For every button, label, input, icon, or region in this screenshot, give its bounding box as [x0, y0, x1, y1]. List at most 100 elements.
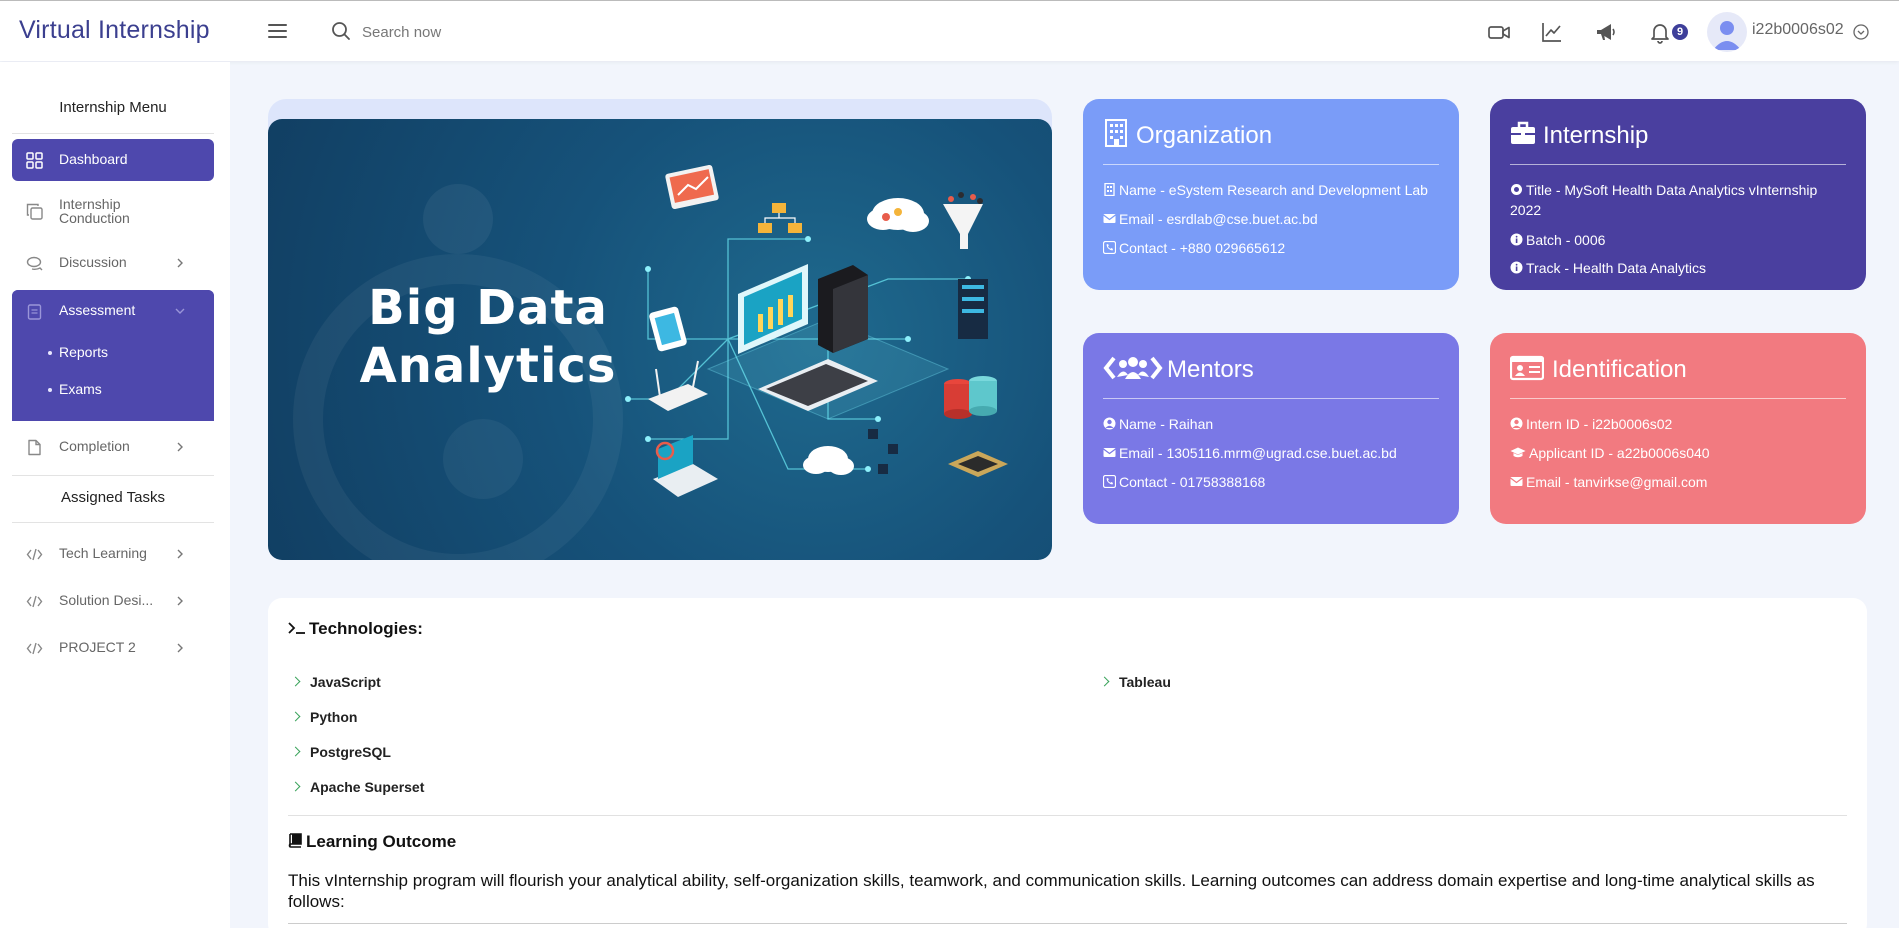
card-divider: [1103, 398, 1439, 399]
sidebar-item-label: Assessment: [59, 302, 136, 318]
internship-title-text: Title - MySoft Health Data Analytics vIn…: [1510, 182, 1818, 218]
phone-icon: [1102, 240, 1117, 255]
intern-id-text: Intern ID - i22b0006s02: [1526, 416, 1673, 432]
course-banner: Big Data Analytics: [268, 119, 1052, 560]
outcome-table-border: [288, 923, 1847, 924]
code-icon: [26, 548, 43, 561]
users-icon: [1103, 356, 1163, 380]
chevron-right-icon: [177, 596, 183, 606]
applicant-id-text: Applicant ID - a22b0006s040: [1529, 445, 1710, 461]
internship-track: Track - Health Data Analytics: [1510, 258, 1850, 278]
learning-outcome-heading: Learning Outcome: [288, 832, 456, 852]
intern-id: Intern ID - i22b0006s02: [1510, 414, 1850, 434]
banner-title: Big Data Analytics: [338, 279, 638, 395]
submenu-item-exams[interactable]: Exams: [48, 381, 102, 397]
applicant-id: Applicant ID - a22b0006s040: [1510, 443, 1850, 463]
identification-email: Email - tanvirkse@gmail.com: [1510, 472, 1850, 492]
megaphone-icon[interactable]: [1594, 20, 1618, 44]
card-title: Internship: [1543, 122, 1649, 149]
identification-email-text[interactable]: Email - tanvirkse@gmail.com: [1526, 474, 1707, 490]
mentor-contact: Contact - 01758388168: [1102, 472, 1443, 492]
organization-card: Organization Name - eSystem Research and…: [1083, 99, 1459, 290]
org-contact: Contact - +880 029665612: [1102, 238, 1443, 258]
search-icon[interactable]: [331, 21, 351, 41]
code-icon: [26, 595, 43, 608]
sidebar-item-label: Internship Conduction: [59, 196, 130, 226]
trend-chart-icon[interactable]: [1540, 20, 1564, 44]
sidebar-item-label: Discussion: [59, 254, 127, 270]
sidebar-item-discussion[interactable]: Discussion: [12, 242, 214, 284]
sidebar-item-label: PROJECT 2: [59, 639, 136, 655]
card-divider: [1510, 398, 1846, 399]
tasks-heading: Assigned Tasks: [61, 489, 165, 506]
user-circle-icon: [1510, 417, 1523, 430]
user-circle-icon: [1103, 417, 1116, 430]
sidebar-item-tech-learning[interactable]: Tech Learning: [12, 533, 214, 575]
sidebar-item-project-2[interactable]: PROJECT 2: [12, 627, 214, 669]
sidebar-item-label: Completion: [59, 438, 130, 454]
mentors-card: Mentors Name - Raihan Email - 1305116.mr…: [1083, 333, 1459, 524]
bell-icon[interactable]: [1648, 20, 1672, 44]
chevron-down-icon[interactable]: [1853, 24, 1869, 40]
tech-item: JavaScript: [310, 674, 381, 690]
sidebar-item-label: Dashboard: [59, 151, 128, 167]
chevron-right-icon: [177, 442, 183, 452]
learning-outcome-heading-text: Learning Outcome: [306, 832, 457, 851]
file-icon: [28, 439, 41, 456]
sidebar-item-label: Solution Desi...: [59, 592, 154, 608]
chevron-right-icon: [177, 643, 183, 653]
assessment-submenu: Assessment Reports Exams: [12, 290, 214, 421]
card-title: Mentors: [1167, 356, 1254, 383]
envelope-icon: [1103, 214, 1116, 223]
learning-outcome-text: This vInternship program will flourish y…: [288, 871, 1815, 911]
card-divider: [1510, 164, 1846, 165]
graduation-cap-icon: [1510, 447, 1526, 458]
sidebar-item-solution-design[interactable]: Solution Desi...: [12, 580, 214, 622]
mentor-email-text[interactable]: Email - 1305116.mrm@ugrad.cse.buet.ac.bd: [1119, 445, 1397, 461]
sidebar-item-assessment[interactable]: Assessment: [12, 290, 214, 332]
menu-toggle-icon[interactable]: [268, 24, 287, 39]
chevron-right-icon: [177, 549, 183, 559]
search-input[interactable]: [362, 20, 612, 44]
org-name: Name - eSystem Research and Development …: [1103, 180, 1443, 200]
menu-divider: [12, 522, 214, 523]
tech-item: Python: [310, 709, 358, 725]
internship-batch-text: Batch - 0006: [1526, 232, 1606, 248]
card-title: Organization: [1136, 122, 1273, 149]
tech-item: Tableau: [1119, 674, 1171, 690]
sidebar-item-dashboard[interactable]: Dashboard: [12, 139, 214, 181]
technologies-heading-text: Technologies:: [309, 619, 423, 638]
org-name-text: Name - eSystem Research and Development …: [1119, 182, 1428, 198]
info-icon: [1510, 261, 1523, 274]
mentor-email: Email - 1305116.mrm@ugrad.cse.buet.ac.bd: [1103, 443, 1443, 463]
org-email: Email - esrdlab@cse.buet.ac.bd: [1103, 209, 1443, 229]
video-icon[interactable]: [1487, 20, 1511, 44]
avatar[interactable]: [1707, 12, 1747, 52]
menu-divider: [12, 133, 214, 134]
book-icon: [288, 833, 302, 848]
notification-badge[interactable]: 9: [1672, 24, 1688, 40]
org-email-text[interactable]: Email - esrdlab@cse.buet.ac.bd: [1119, 211, 1318, 227]
internship-title: Title - MySoft Health Data Analytics vIn…: [1510, 180, 1850, 220]
grid-icon: [26, 152, 43, 169]
tech-item: Apache Superset: [310, 779, 425, 795]
menu-heading: Internship Menu: [59, 99, 167, 116]
envelope-icon: [1510, 477, 1523, 486]
sidebar-item-internship-conduction[interactable]: Internship Conduction: [12, 190, 214, 232]
menu-divider: [12, 475, 214, 476]
envelope-icon: [1103, 448, 1116, 457]
briefcase-icon: [1511, 121, 1535, 144]
section-divider: [288, 815, 1847, 816]
internship-card: Internship Title - MySoft Health Data An…: [1490, 99, 1866, 290]
user-avatar-icon: [1713, 21, 1741, 50]
submenu-item-reports[interactable]: Reports: [47, 344, 108, 360]
brand-logo[interactable]: Virtual Internship: [19, 16, 210, 45]
id-card-icon: [1510, 355, 1544, 381]
internship-batch: Batch - 0006: [1510, 230, 1850, 250]
terminal-icon: [288, 622, 305, 634]
top-bar: Virtual Internship 9 i22b0006s02: [0, 0, 1899, 61]
username[interactable]: i22b0006s02: [1752, 21, 1844, 39]
certificate-icon: [1511, 184, 1522, 195]
sidebar-item-completion[interactable]: Completion: [12, 426, 214, 468]
chevron-right-icon: [177, 258, 183, 268]
